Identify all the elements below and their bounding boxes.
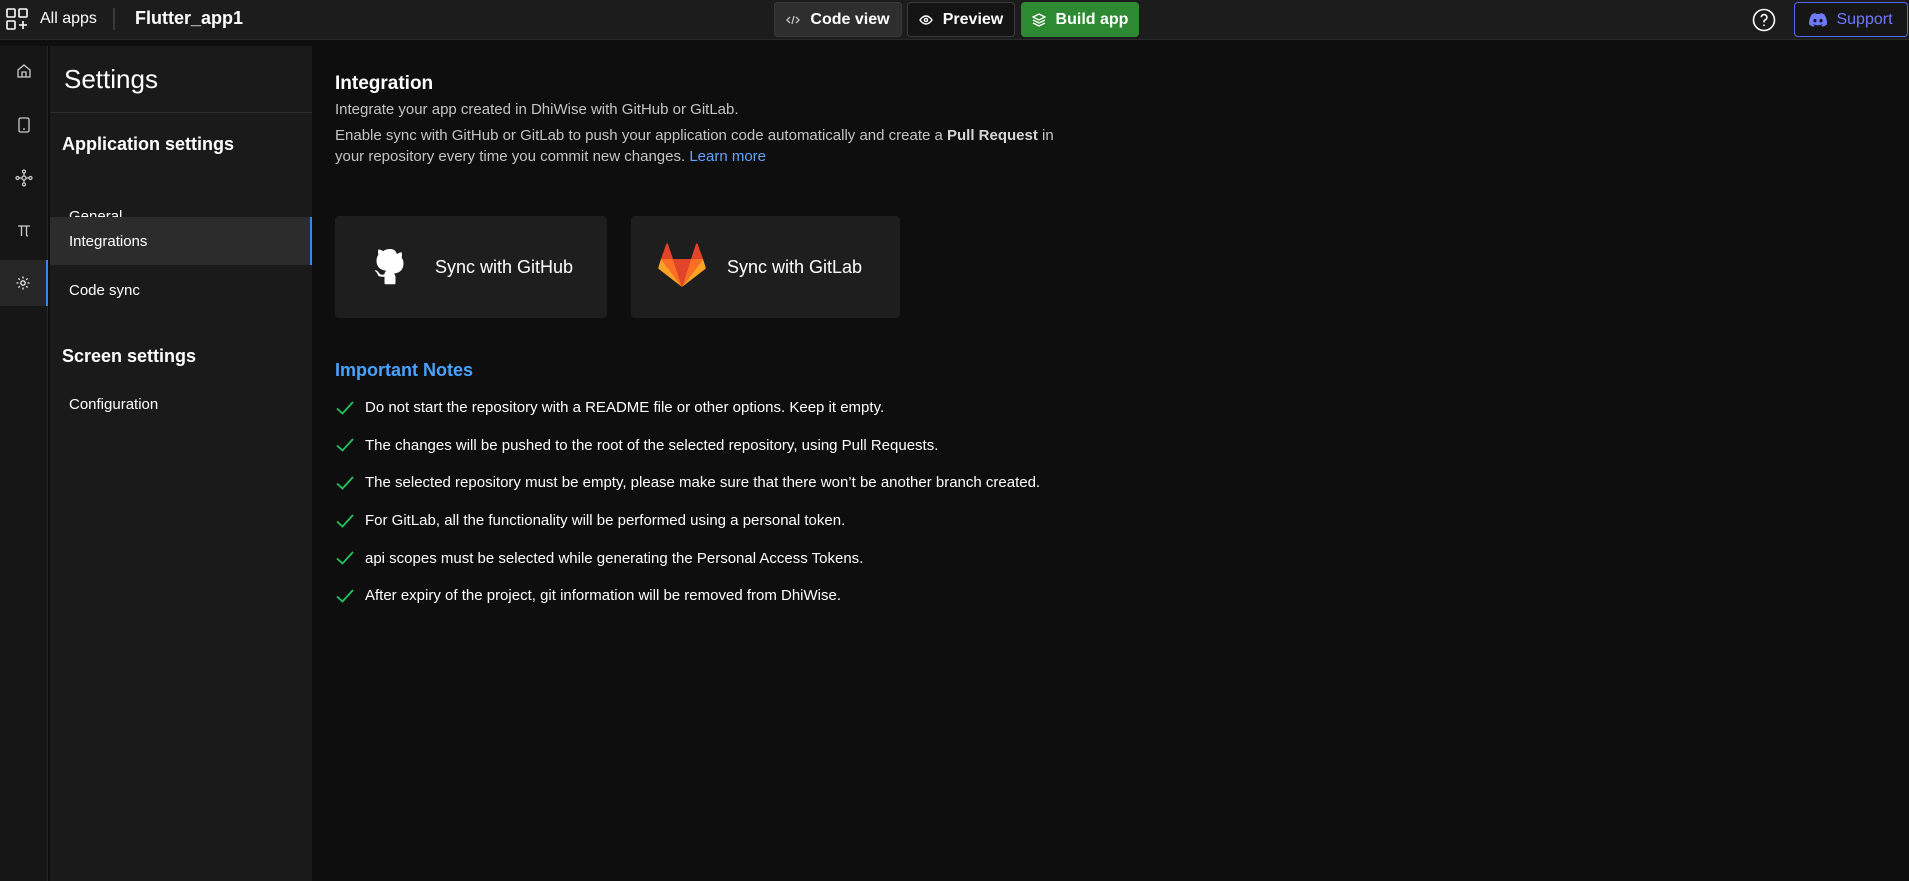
sidebar-item-configuration[interactable]: Configuration xyxy=(50,380,312,428)
gitlab-icon xyxy=(658,243,706,287)
grid-plus-icon xyxy=(6,8,28,30)
sidebar-item-label: Integrations xyxy=(69,232,148,250)
page-description: Enable sync with GitHub or GitLab to pus… xyxy=(335,125,1085,167)
support-label: Support xyxy=(1836,10,1893,28)
note-item: The selected repository must be empty, p… xyxy=(335,464,1040,502)
all-apps-label: All apps xyxy=(40,10,97,27)
rail-device[interactable] xyxy=(0,102,48,148)
note-item: Do not start the repository with a READM… xyxy=(335,389,1040,427)
note-text: Do not start the repository with a READM… xyxy=(365,399,885,417)
discord-icon xyxy=(1809,12,1828,27)
check-icon xyxy=(336,551,354,565)
sidebar-item-integrations[interactable]: Integrations xyxy=(50,217,312,265)
check-icon xyxy=(336,589,354,603)
home-icon xyxy=(17,64,31,78)
sync-github-label: Sync with GitHub xyxy=(435,256,574,277)
note-item: api scopes must be selected while genera… xyxy=(335,539,1040,577)
rail-home[interactable] xyxy=(0,48,48,94)
gear-icon xyxy=(16,276,30,290)
page-title: Integration xyxy=(335,73,434,94)
check-icon xyxy=(336,476,354,490)
top-divider xyxy=(113,8,115,30)
icon-rail xyxy=(0,46,48,881)
sidebar-item-label: Configuration xyxy=(69,395,159,413)
sidebar-item-code-sync[interactable]: Code sync xyxy=(50,266,312,314)
note-text: The selected repository must be empty, p… xyxy=(365,474,1041,492)
build-app-label: Build app xyxy=(1055,10,1129,28)
flow-icon xyxy=(15,169,33,187)
sidebar-divider xyxy=(50,112,312,113)
sync-github-card[interactable]: Sync with GitHub xyxy=(335,216,607,318)
screen-settings-heading: Screen settings xyxy=(62,346,197,366)
rail-pi[interactable] xyxy=(0,207,48,253)
rail-settings[interactable] xyxy=(0,260,48,306)
github-icon xyxy=(374,249,404,285)
layers-icon xyxy=(1031,12,1046,27)
note-text: For GitLab, all the functionality will b… xyxy=(365,512,846,530)
sync-gitlab-card[interactable]: Sync with GitLab xyxy=(631,216,900,318)
preview-button[interactable]: Preview xyxy=(907,2,1015,37)
description-text: Enable sync with GitHub or GitLab to pus… xyxy=(335,127,948,144)
code-view-label: Code view xyxy=(810,10,890,28)
learn-more-link[interactable]: Learn more xyxy=(689,148,766,165)
code-view-button[interactable]: Code view xyxy=(774,2,902,37)
all-apps-link[interactable]: All apps xyxy=(6,8,97,30)
important-notes-heading: Important Notes xyxy=(335,360,474,380)
help-icon[interactable] xyxy=(1752,8,1776,32)
settings-sidebar: Settings Application settings General In… xyxy=(50,46,312,881)
rail-flow[interactable] xyxy=(0,155,48,201)
sidebar-title: Settings xyxy=(64,64,158,94)
application-settings-heading: Application settings xyxy=(62,134,235,154)
preview-label: Preview xyxy=(942,10,1004,28)
note-item: For GitLab, all the functionality will b… xyxy=(335,502,1040,540)
note-text: api scopes must be selected while genera… xyxy=(365,549,864,567)
note-item: After expiry of the project, git informa… xyxy=(335,577,1040,615)
sidebar-item-label: Code sync xyxy=(69,281,140,299)
build-app-button[interactable]: Build app xyxy=(1021,2,1139,37)
top-bar: All apps Flutter_app1 Code view Preview … xyxy=(0,0,1909,40)
pi-icon xyxy=(18,225,30,237)
sync-gitlab-label: Sync with GitLab xyxy=(727,256,863,277)
check-icon xyxy=(336,438,354,453)
note-text: After expiry of the project, git informa… xyxy=(365,587,842,605)
code-icon xyxy=(786,15,801,24)
eye-icon xyxy=(918,14,933,25)
device-icon xyxy=(18,117,30,133)
support-button[interactable]: Support xyxy=(1794,2,1908,37)
note-text: The changes will be pushed to the root o… xyxy=(365,436,939,454)
important-notes-list: Do not start the repository with a READM… xyxy=(335,389,1040,615)
page-subtitle: Integrate your app created in DhiWise wi… xyxy=(335,101,739,118)
check-icon xyxy=(336,401,354,415)
check-icon xyxy=(336,513,354,528)
note-item: The changes will be pushed to the root o… xyxy=(335,427,1040,465)
app-name: Flutter_app1 xyxy=(135,8,244,28)
description-bold: Pull Request xyxy=(947,127,1038,144)
